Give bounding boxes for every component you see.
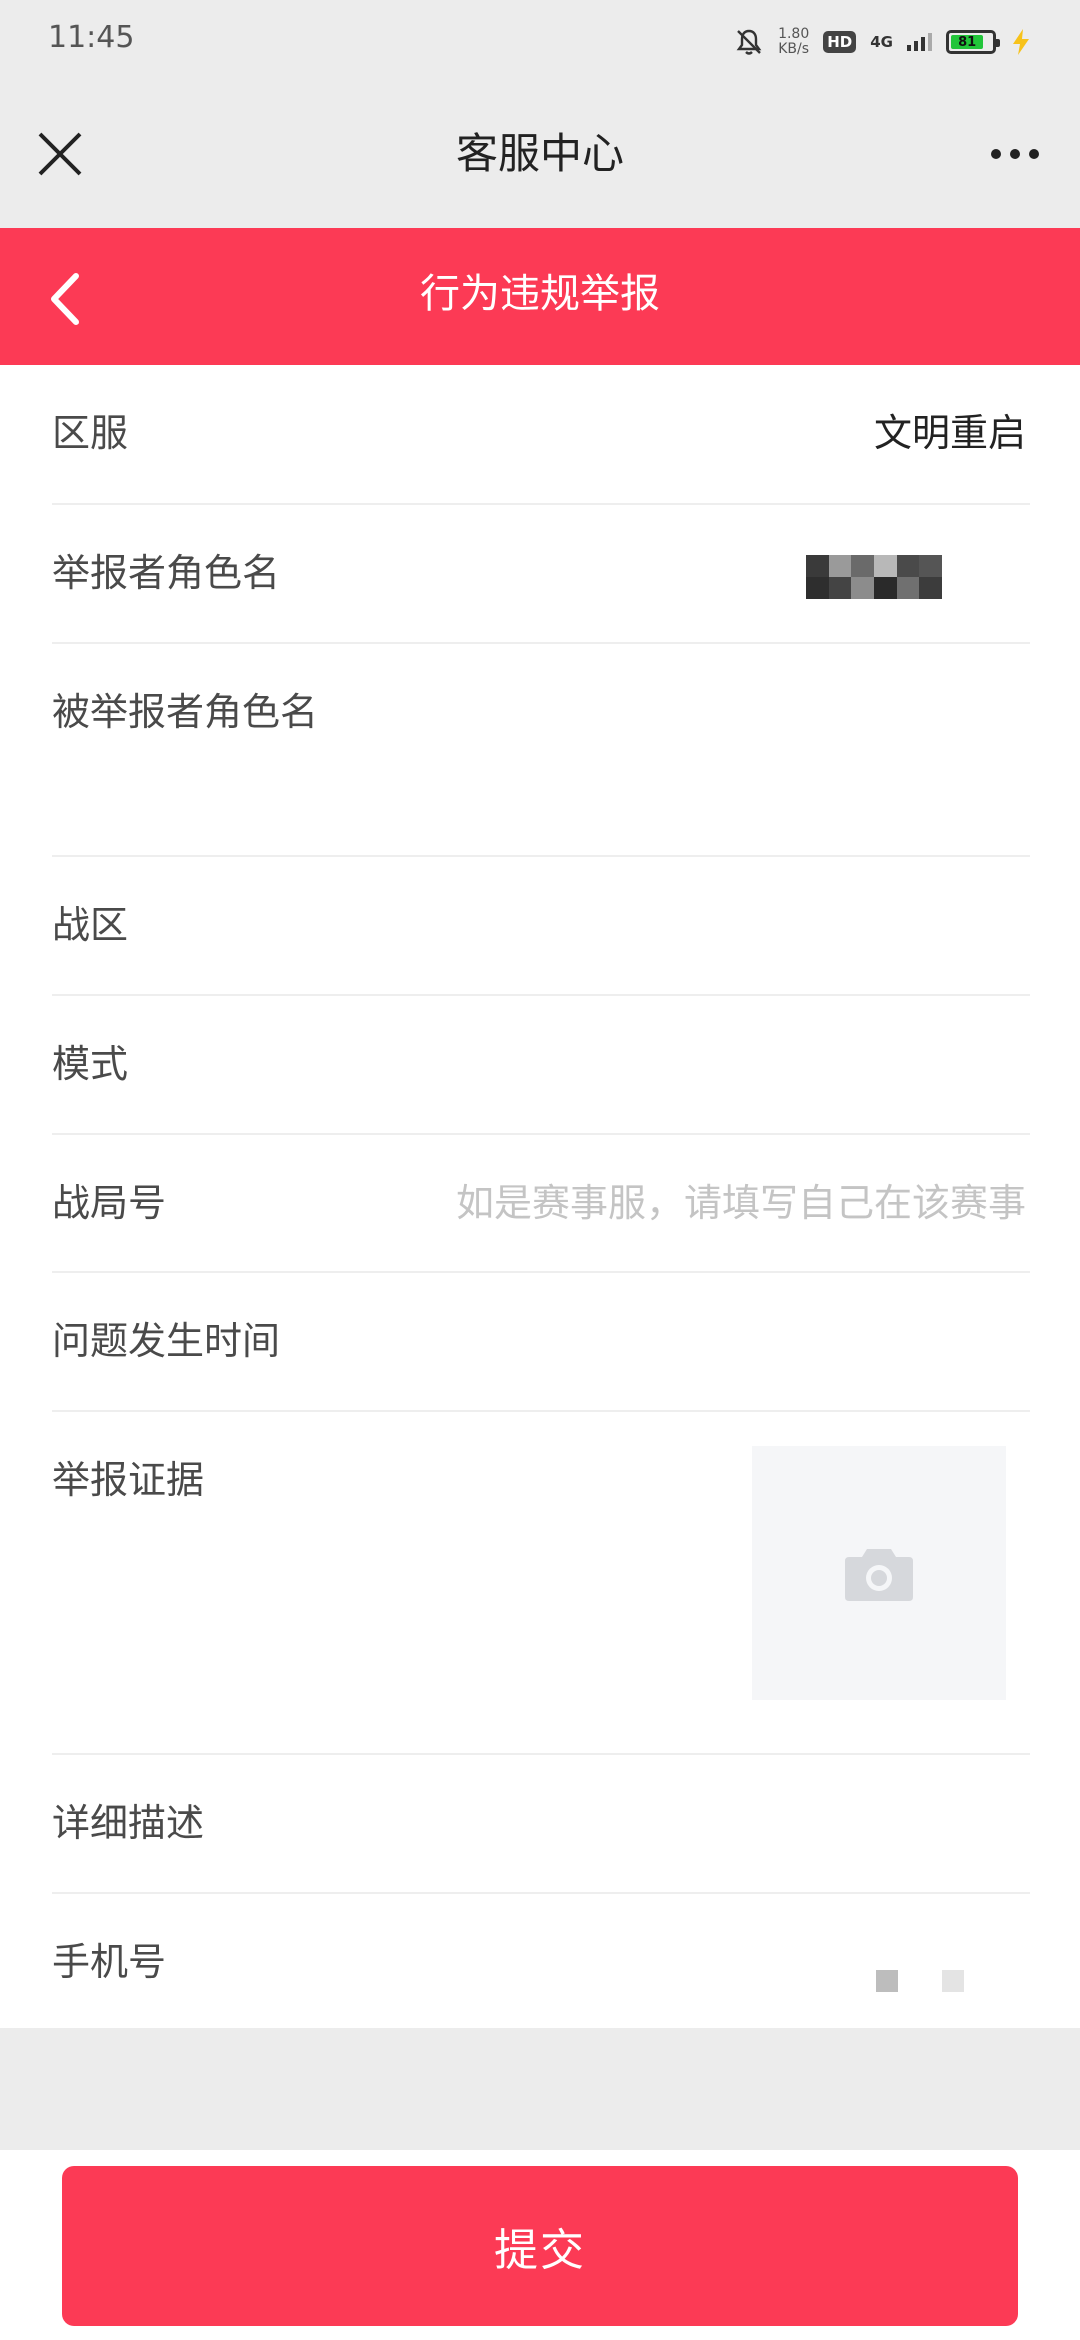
- header-title: 行为违规举报: [420, 271, 660, 317]
- mode-label: 模式: [52, 1042, 129, 1086]
- evidence-row: 举报证据: [52, 1412, 1030, 1755]
- evidence-upload-button[interactable]: [752, 1446, 1006, 1700]
- server-label: 区服: [52, 411, 129, 455]
- status-time: 11:45: [48, 20, 135, 55]
- phone-value-redacted: [876, 1970, 964, 1992]
- net-speed-value: 1.80: [778, 26, 810, 42]
- phone-label: 手机号: [52, 1940, 167, 1984]
- submit-button[interactable]: 提交: [62, 2166, 1018, 2326]
- report-form: 区服 文明重启 举报者角色名 被举报者角色名 战区 模式 战局号 问题发生时间 …: [0, 365, 1080, 2028]
- camera-icon: [845, 1549, 913, 1601]
- more-icon: [991, 149, 1001, 159]
- description-label: 详细描述: [52, 1801, 205, 1845]
- network-label: 4G: [870, 33, 893, 51]
- network-type: 4G: [870, 33, 893, 51]
- mode-row[interactable]: 模式: [52, 996, 1030, 1135]
- charging-icon: [1013, 29, 1029, 55]
- reported-role-input[interactable]: [426, 680, 1026, 744]
- hd-badge: HD: [823, 31, 857, 53]
- battery-icon: 81: [946, 30, 1000, 54]
- battle-zone-row[interactable]: 战区: [52, 857, 1030, 996]
- time-row[interactable]: 问题发生时间: [52, 1273, 1030, 1412]
- description-row[interactable]: 详细描述: [52, 1755, 1030, 1894]
- battle-zone-label: 战区: [52, 903, 129, 947]
- reporter-role-value-redacted: [806, 555, 942, 599]
- match-id-input[interactable]: [366, 1171, 1026, 1235]
- evidence-label: 举报证据: [52, 1458, 205, 1502]
- status-bar: 11:45 1.80 KB/s HD 4G 81: [0, 0, 1080, 80]
- match-id-row[interactable]: 战局号: [52, 1135, 1030, 1273]
- status-icons: 1.80 KB/s HD 4G 81: [734, 22, 1032, 62]
- net-speed-unit: KB/s: [778, 41, 810, 57]
- net-speed: 1.80 KB/s: [778, 27, 809, 57]
- server-row[interactable]: 区服 文明重启: [52, 365, 1030, 505]
- time-label: 问题发生时间: [52, 1319, 281, 1363]
- signal-icon: [907, 33, 932, 51]
- server-value[interactable]: 文明重启: [874, 401, 1026, 465]
- reporter-role-label: 举报者角色名: [52, 551, 281, 595]
- reported-role-label: 被举报者角色名: [52, 690, 319, 734]
- battery-level: 81: [951, 35, 984, 50]
- match-id-label: 战局号: [52, 1181, 167, 1225]
- reported-role-row[interactable]: 被举报者角色名: [52, 644, 1030, 857]
- reporter-role-row[interactable]: 举报者角色名: [52, 505, 1030, 644]
- bell-off-icon: [736, 29, 762, 55]
- more-button[interactable]: [980, 124, 1050, 184]
- report-header: 行为违规举报: [0, 228, 1080, 365]
- bottom-bar: 提交: [0, 2150, 1080, 2340]
- title-bar: 客服中心: [0, 80, 1080, 228]
- page-title: 客服中心: [455, 129, 624, 178]
- phone-row[interactable]: 手机号: [52, 1894, 1030, 2028]
